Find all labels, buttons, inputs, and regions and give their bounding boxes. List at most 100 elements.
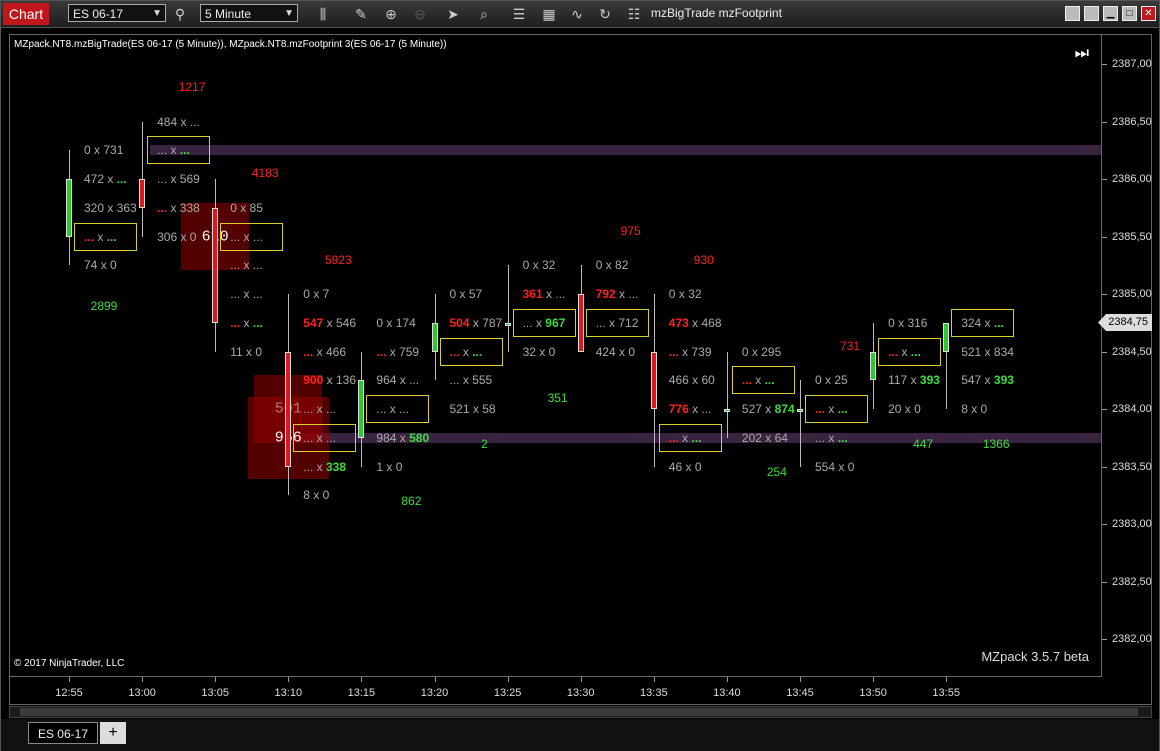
- maximize-button[interactable]: □: [1122, 6, 1137, 21]
- footprint-cell: 554 x 0: [815, 460, 854, 474]
- bid-volume: ...: [376, 402, 387, 416]
- footprint-cell: ... x 338: [157, 201, 200, 215]
- cell-separator: x: [177, 114, 190, 129]
- cell-separator: x: [688, 373, 702, 388]
- bid-volume: ...: [522, 315, 533, 330]
- time-axis-label: 13:20: [420, 687, 449, 699]
- ask-volume: 759: [399, 344, 420, 359]
- footprint-cell: 473 x 468: [669, 316, 722, 330]
- ask-volume: 7: [322, 287, 330, 301]
- scroll-to-end-icon[interactable]: ⏭: [1075, 45, 1089, 63]
- ask-volume: 393: [919, 373, 940, 388]
- cell-separator: x: [167, 143, 180, 158]
- footprint-cell: ... x ...: [157, 143, 190, 157]
- cell-separator: x: [615, 344, 629, 359]
- time-axis-tick: [434, 677, 436, 682]
- cell-separator: x: [761, 402, 775, 416]
- bid-volume: 0: [668, 287, 676, 301]
- ask-volume: 295: [761, 344, 782, 359]
- ask-volume: 57: [468, 287, 483, 301]
- tile-button[interactable]: [1065, 6, 1080, 21]
- bar-style-icon[interactable]: ⫼: [314, 5, 332, 23]
- pointer-icon[interactable]: ➤: [444, 5, 462, 23]
- cell-separator: x: [313, 402, 326, 416]
- draw-pencil-icon[interactable]: ✎: [352, 5, 370, 23]
- cell-separator: x: [396, 430, 410, 445]
- interval-select[interactable]: 5 Minute ▼: [200, 4, 298, 22]
- bid-volume: 466: [668, 373, 689, 388]
- cell-separator: x: [688, 315, 702, 330]
- ask-volume: 64: [774, 430, 788, 445]
- tile2-button[interactable]: [1084, 6, 1099, 21]
- price-axis[interactable]: 2387,00 2386,50 2386,00 2385,50 2385,00 2384,…: [1102, 34, 1152, 677]
- price-axis-tick: [1102, 581, 1107, 583]
- cell-separator: x: [456, 287, 469, 301]
- ask-volume: 0: [255, 344, 263, 359]
- bid-volume: 554: [815, 459, 836, 474]
- zoom-out-icon[interactable]: ⊖: [411, 5, 429, 23]
- bid-volume: 504: [449, 315, 470, 330]
- data-box-icon[interactable]: ⌕: [475, 5, 493, 23]
- candle-body: [358, 380, 365, 438]
- close-button[interactable]: ✕: [1141, 6, 1156, 21]
- indicators-list-icon[interactable]: ☷: [625, 5, 643, 23]
- ask-volume: 136: [336, 373, 357, 388]
- bid-volume: ...: [741, 373, 752, 388]
- time-axis-label: 13:05: [201, 687, 229, 699]
- cell-separator: x: [386, 402, 400, 416]
- cell-separator: x: [313, 344, 326, 359]
- horizontal-scrollbar[interactable]: [9, 706, 1152, 718]
- cell-separator: x: [309, 488, 323, 503]
- add-tab-button[interactable]: +: [100, 722, 126, 744]
- bid-volume: 117: [888, 373, 908, 388]
- ask-volume: ...: [252, 287, 263, 301]
- footprint-cell: 964 x ...: [376, 373, 419, 387]
- ask-volume: ...: [252, 229, 263, 244]
- zoom-in-icon[interactable]: ⊕: [382, 5, 400, 23]
- bid-volume: ...: [449, 344, 460, 359]
- bid-volume: 20: [888, 402, 902, 416]
- bid-volume: 0: [376, 315, 384, 330]
- ask-volume: ...: [701, 402, 712, 416]
- cell-separator: x: [383, 459, 396, 474]
- candle-body: [431, 322, 438, 352]
- time-axis[interactable]: 12:55 13:00 13:05 13:10 13:15 13:20 13:25 13:30…: [9, 677, 1152, 705]
- ask-volume: ...: [189, 114, 200, 129]
- bar-delta-total: 2899: [90, 298, 118, 313]
- bid-volume: ...: [230, 229, 241, 244]
- tab-es-06-17[interactable]: ES 06-17: [28, 722, 98, 744]
- instrument-select[interactable]: ES 06-17 ▼: [68, 4, 166, 22]
- minimize-button[interactable]: ▁: [1103, 6, 1118, 21]
- time-axis-label: 13:35: [640, 687, 668, 699]
- bid-volume: 74: [84, 258, 98, 273]
- price-axis-label: 2383,00: [1112, 518, 1152, 530]
- cell-separator: x: [529, 258, 542, 273]
- price-axis-label: 2384,50: [1112, 345, 1152, 358]
- search-icon[interactable]: ⚲: [171, 5, 189, 23]
- footprint-cell: 547 x 393: [961, 373, 1014, 387]
- scrollbar-thumb[interactable]: [20, 708, 1138, 716]
- footprint-cell: ... x 739: [669, 345, 712, 359]
- candle-body: [723, 409, 730, 412]
- cell-separator: x: [313, 459, 326, 474]
- strategies-icon[interactable]: ∿: [568, 5, 586, 23]
- footprint-cell: ... x ...: [888, 345, 921, 359]
- ask-volume: 731: [103, 143, 124, 158]
- reload-icon[interactable]: ↻: [596, 5, 614, 23]
- ask-volume: 338: [325, 459, 347, 474]
- cell-separator: x: [967, 402, 981, 416]
- chart-plot-area[interactable]: MZpack.NT8.mzBigTrade(ES 06-17 (5 Minute…: [9, 34, 1102, 677]
- cell-separator: x: [309, 287, 323, 301]
- candle-body: [212, 207, 219, 323]
- price-axis-label: 2385,00: [1112, 288, 1152, 300]
- toolbar: Chart ES 06-17 ▼ ⚲ 5 Minute ▼ ⫼ ✎ ⊕ ⊖ ➤ ⌕ …: [1, 1, 1159, 28]
- footprint-cell: 46 x 0: [669, 460, 702, 474]
- properties-icon[interactable]: ☰: [510, 5, 528, 23]
- ask-volume: ...: [691, 430, 702, 445]
- bid-volume: 361: [522, 287, 543, 301]
- templates-icon[interactable]: ▦: [540, 5, 558, 23]
- cell-separator: x: [104, 172, 117, 186]
- price-axis-label: 2382,00: [1112, 633, 1152, 645]
- cell-separator: x: [90, 143, 104, 158]
- bar-delta-total: 975: [620, 223, 641, 238]
